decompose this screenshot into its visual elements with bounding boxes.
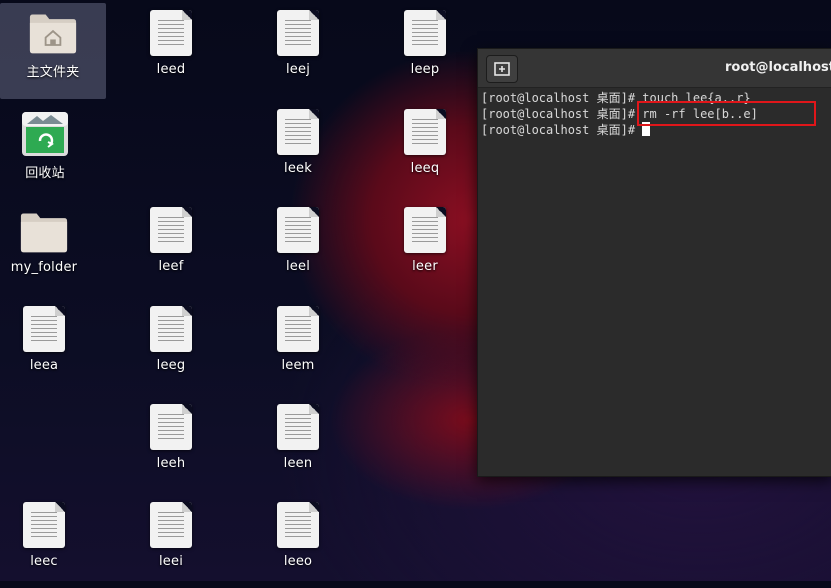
terminal-header-bar[interactable]: root@localhost <box>478 49 831 88</box>
text-file-icon <box>23 502 65 548</box>
desktop-icon-label: 回收站 <box>25 166 65 181</box>
desktop-icon-file[interactable]: leeo <box>252 496 344 588</box>
desktop-icon-label: leeo <box>283 554 313 569</box>
desktop-icon-label: leer <box>412 259 438 274</box>
desktop-icon-file[interactable]: leem <box>252 300 344 392</box>
text-file-icon <box>277 207 319 253</box>
text-file-icon <box>150 207 192 253</box>
annotation-highlight-box <box>637 101 816 126</box>
desktop-icon-label: leej <box>285 62 311 77</box>
desktop-icon-label: 主文件夹 <box>26 65 80 80</box>
trash-icon <box>22 112 68 156</box>
desktop-icon-file[interactable]: leep <box>379 4 471 96</box>
folder-icon <box>20 213 68 253</box>
desktop-icon-file[interactable]: leec <box>0 496 88 588</box>
text-file-icon <box>277 109 319 155</box>
desktop-icon-file[interactable]: leeh <box>125 398 217 490</box>
desktop-icon-file[interactable]: leef <box>125 201 217 293</box>
desktop-icon-label: leem <box>281 358 315 373</box>
desktop-icon-label: leek <box>284 161 312 176</box>
desktop-icon-file[interactable]: leel <box>252 201 344 293</box>
desktop-icon-label: leed <box>156 62 186 77</box>
text-file-icon <box>404 10 446 56</box>
new-tab-icon <box>494 62 510 76</box>
desktop-icon-file[interactable]: leeq <box>379 103 471 195</box>
desktop-icon-home[interactable]: 主文件夹 <box>0 3 106 99</box>
desktop-icon-file[interactable]: leed <box>125 4 217 96</box>
text-file-icon <box>277 10 319 56</box>
terminal-title: root@localhost <box>725 60 831 75</box>
desktop-icon-label: leep <box>410 62 440 77</box>
desktop-icon-label: leec <box>30 554 58 569</box>
home-folder-icon <box>29 14 77 54</box>
desktop-icon-label: leeg <box>156 358 186 373</box>
desktop-icon-label: my_folder <box>10 260 78 275</box>
text-file-icon <box>150 10 192 56</box>
text-file-icon <box>277 404 319 450</box>
desktop-icon-file[interactable]: leea <box>0 300 88 392</box>
desktop-icon-file[interactable]: leej <box>252 4 344 96</box>
text-file-icon <box>150 306 192 352</box>
desktop-icon-label: leea <box>29 358 59 373</box>
desktop-icon-file[interactable]: leek <box>252 103 344 195</box>
desktop-icon-label: leen <box>283 456 313 471</box>
terminal-prompt: [root@localhost 桌面]# <box>481 123 643 137</box>
desktop-icon-file[interactable]: leen <box>252 398 344 490</box>
desktop-icon-file[interactable]: leei <box>125 496 217 588</box>
desktop-icon-label: leei <box>158 554 184 569</box>
desktop-icon-file[interactable]: leer <box>379 201 471 293</box>
text-file-icon <box>277 306 319 352</box>
desktop-icon-file[interactable]: leeg <box>125 300 217 392</box>
text-file-icon <box>23 306 65 352</box>
desktop-icon-label: leef <box>158 259 184 274</box>
desktop-icon-label: leeq <box>410 161 440 176</box>
desktop-icon-label: leel <box>285 259 311 274</box>
text-file-icon <box>150 404 192 450</box>
desktop-icon-trash[interactable]: 回收站 <box>0 104 90 196</box>
new-tab-button[interactable] <box>486 55 518 83</box>
text-file-icon <box>404 109 446 155</box>
desktop-icon-my-folder[interactable]: my_folder <box>0 202 88 294</box>
desktop-icon-label: leeh <box>156 456 186 471</box>
text-file-icon <box>277 502 319 548</box>
text-file-icon <box>150 502 192 548</box>
text-file-icon <box>404 207 446 253</box>
